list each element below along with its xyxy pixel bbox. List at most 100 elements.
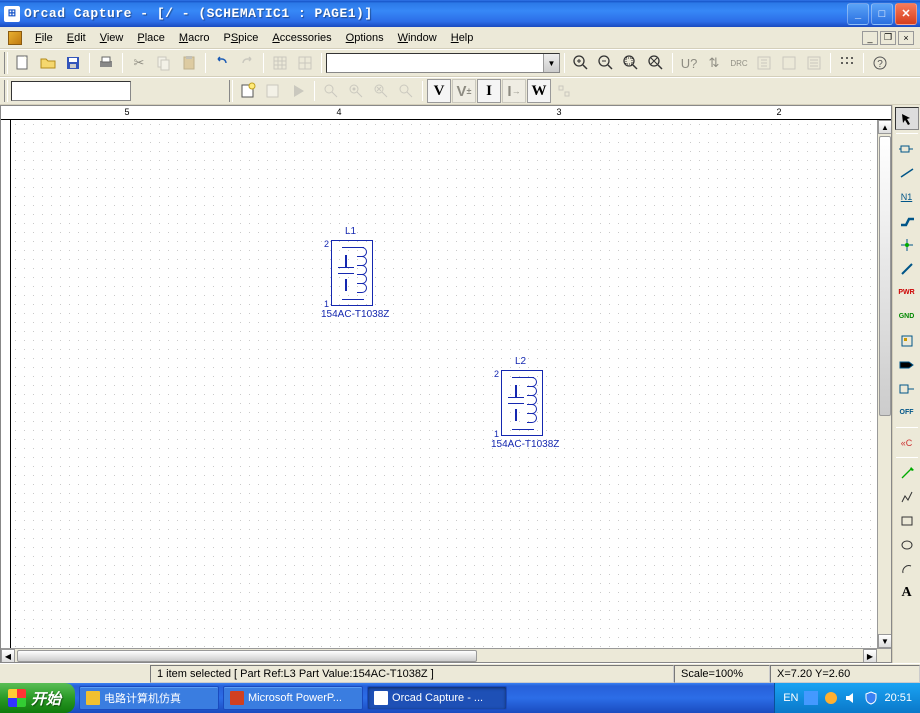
menu-accessories[interactable]: Accessories [265, 30, 338, 46]
help-button[interactable]: ? [868, 51, 892, 75]
marker-v-button[interactable]: V [427, 79, 451, 103]
dropdown-icon[interactable]: ▼ [543, 54, 559, 72]
place-power-tool[interactable]: PWR [895, 281, 919, 304]
run-sim-button[interactable] [286, 79, 310, 103]
marker-vdiff-button[interactable]: V± [452, 79, 476, 103]
place-bus-tool[interactable] [895, 209, 919, 232]
menu-macro[interactable]: Macro [172, 30, 217, 46]
cut-button[interactable]: ✂ [127, 51, 151, 75]
new-sim-button[interactable] [236, 79, 260, 103]
place-line-tool[interactable] [895, 461, 919, 484]
component-l2[interactable]: L2 2 1 154AC-T1038Z [501, 370, 543, 436]
grid1-button[interactable] [268, 51, 292, 75]
place-noconnect-tool[interactable]: «C [895, 431, 919, 454]
toolbar-grip[interactable] [229, 80, 233, 102]
bom-button[interactable] [802, 51, 826, 75]
menu-edit[interactable]: Edit [60, 30, 93, 46]
menu-pspice[interactable]: PSpice [216, 30, 265, 46]
place-offpage-tool[interactable]: OFF [895, 401, 919, 424]
place-hierpin-tool[interactable] [895, 377, 919, 400]
tray-icon-1[interactable] [804, 691, 818, 705]
start-button[interactable]: 开始 [0, 683, 75, 713]
marker-w-button[interactable]: W [527, 79, 551, 103]
marker-i-button[interactable]: I [477, 79, 501, 103]
tray-icon-2[interactable] [824, 691, 838, 705]
place-wire-tool[interactable] [895, 161, 919, 184]
new-button[interactable] [11, 51, 35, 75]
mdi-restore-button[interactable]: ❐ [880, 31, 896, 45]
tray-shield-icon[interactable] [864, 691, 878, 705]
window-title: Orcad Capture - [/ - (SCHEMATIC1 : PAGE1… [24, 6, 845, 21]
place-part-tool[interactable] [895, 137, 919, 160]
vertical-ruler [1, 120, 11, 648]
scroll-thumb-h[interactable] [17, 650, 477, 662]
save-button[interactable] [61, 51, 85, 75]
marker-idiff-button[interactable]: I→ [502, 79, 526, 103]
menu-options[interactable]: Options [339, 30, 391, 46]
marker-advanced-button[interactable] [552, 79, 576, 103]
place-polyline-tool[interactable] [895, 485, 919, 508]
probe3-button[interactable] [369, 79, 393, 103]
netlist-button[interactable] [752, 51, 776, 75]
menu-place[interactable]: Place [130, 30, 172, 46]
maximize-button[interactable]: □ [871, 3, 893, 25]
sim-profile-combo[interactable] [11, 81, 131, 101]
scroll-up-button[interactable]: ▲ [878, 120, 892, 134]
probe1-button[interactable] [319, 79, 343, 103]
schematic-canvas[interactable]: L1 2 1 154AC-T1038Z L2 2 [11, 120, 877, 648]
zoom-area-button[interactable] [619, 51, 643, 75]
place-hierblock-tool[interactable] [895, 329, 919, 352]
scroll-thumb-v[interactable] [879, 136, 891, 416]
place-text-tool[interactable]: A [895, 581, 919, 604]
toolbar-grip[interactable] [4, 80, 8, 102]
undo-button[interactable] [210, 51, 234, 75]
menu-file[interactable]: File [28, 30, 60, 46]
print-button[interactable] [94, 51, 118, 75]
mdi-minimize-button[interactable]: _ [862, 31, 878, 45]
probe4-button[interactable] [394, 79, 418, 103]
edit-sim-button[interactable] [261, 79, 285, 103]
crossref-button[interactable] [777, 51, 801, 75]
clock[interactable]: 20:51 [884, 692, 912, 704]
close-button[interactable]: ✕ [895, 3, 917, 25]
minimize-button[interactable]: _ [847, 3, 869, 25]
component-l1[interactable]: L1 2 1 154AC-T1038Z [331, 240, 373, 306]
redo-button[interactable] [235, 51, 259, 75]
horizontal-scrollbar[interactable]: ◀ ▶ [1, 648, 891, 662]
tray-volume-icon[interactable] [844, 691, 858, 705]
menu-help[interactable]: Help [444, 30, 481, 46]
place-ellipse-tool[interactable] [895, 533, 919, 556]
menu-view[interactable]: View [93, 30, 131, 46]
place-busentry-tool[interactable] [895, 257, 919, 280]
toolbar-grip[interactable] [4, 52, 8, 74]
place-netname-tool[interactable]: N1 [895, 185, 919, 208]
copy-button[interactable] [152, 51, 176, 75]
place-ground-tool[interactable]: GND [895, 305, 919, 328]
probe2-button[interactable] [344, 79, 368, 103]
paste-button[interactable] [177, 51, 201, 75]
scroll-right-button[interactable]: ▶ [863, 649, 877, 663]
drc-button[interactable]: DRC [727, 51, 751, 75]
snap-button[interactable] [835, 51, 859, 75]
zoom-out-button[interactable] [594, 51, 618, 75]
grid2-button[interactable] [293, 51, 317, 75]
pin-label-top: 2 [494, 369, 499, 379]
vertical-scrollbar[interactable]: ▲ ▼ [877, 120, 891, 648]
svg-text:?: ? [877, 59, 883, 70]
mdi-close-button[interactable]: × [898, 31, 914, 45]
open-button[interactable] [36, 51, 60, 75]
place-arc-tool[interactable] [895, 557, 919, 580]
place-rectangle-tool[interactable] [895, 509, 919, 532]
scroll-left-button[interactable]: ◀ [1, 649, 15, 663]
zoom-fit-button[interactable] [644, 51, 668, 75]
scroll-down-button[interactable]: ▼ [878, 634, 892, 648]
place-hierport-tool[interactable] [895, 353, 919, 376]
menu-window[interactable]: Window [391, 30, 444, 46]
zoom-in-button[interactable] [569, 51, 593, 75]
language-indicator[interactable]: EN [783, 692, 798, 704]
place-junction-tool[interactable] [895, 233, 919, 256]
annotate-swap-button[interactable]: ⇅ [702, 51, 726, 75]
annotate-u-button[interactable]: U? [677, 51, 701, 75]
part-search-combo[interactable]: ▼ [326, 53, 560, 73]
select-tool[interactable] [895, 107, 919, 130]
